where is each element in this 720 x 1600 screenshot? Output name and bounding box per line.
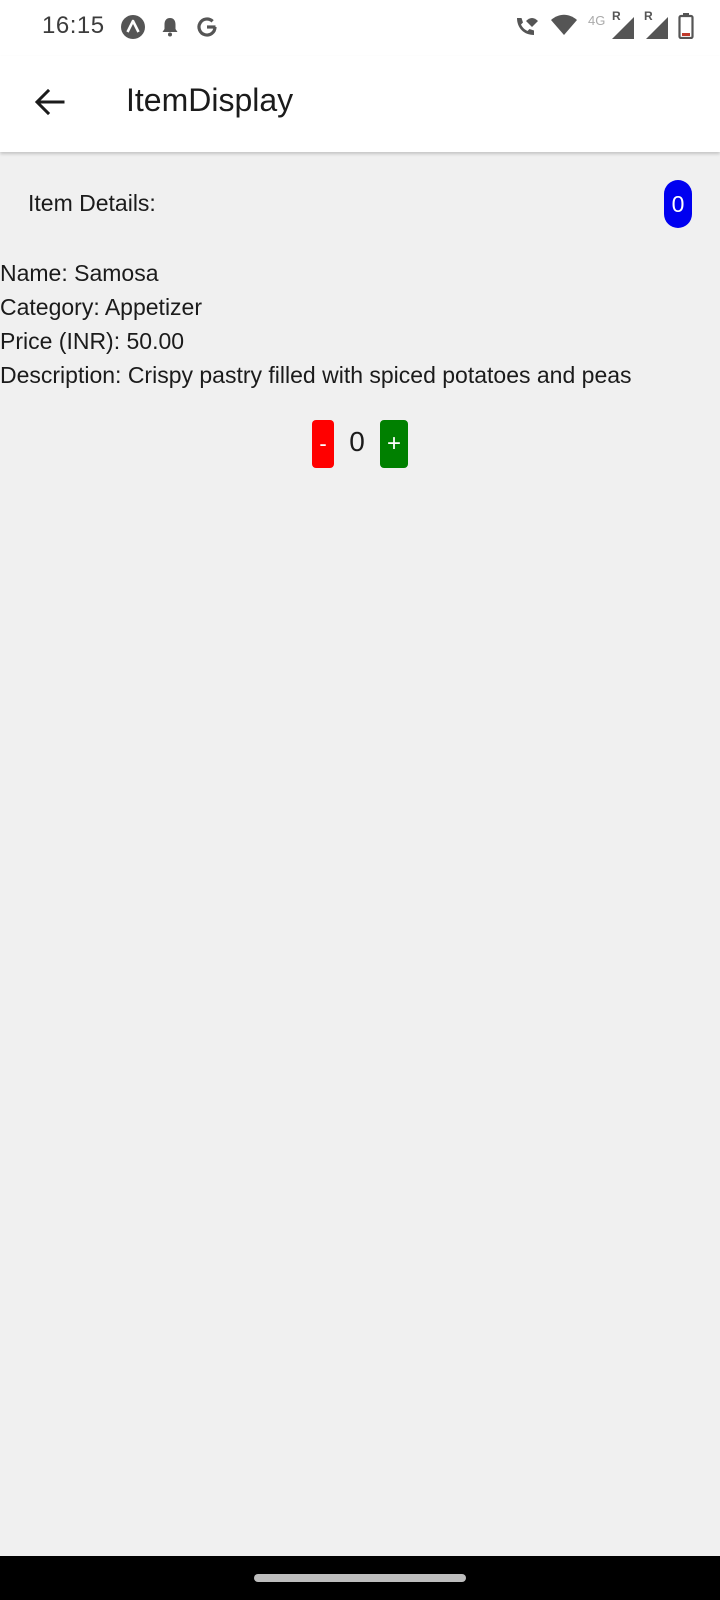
navigation-bar <box>0 1556 720 1600</box>
app-bar: ItemDisplay <box>0 56 720 152</box>
google-g-icon <box>194 14 220 40</box>
page-title: ItemDisplay <box>126 82 294 118</box>
item-name: Name: Samosa <box>0 260 159 286</box>
decrease-quantity-button[interactable]: - <box>312 420 334 468</box>
status-left-icons <box>120 14 220 40</box>
home-gesture-handle[interactable] <box>254 1574 466 1582</box>
arrow-back-icon <box>33 85 67 124</box>
quantity-value: 0 <box>349 426 365 457</box>
app-a-icon <box>120 14 146 40</box>
signal-4g-icon: 4G R <box>588 9 634 40</box>
signal-roaming-icon: R <box>644 9 668 40</box>
back-button[interactable] <box>22 76 78 132</box>
notification-bell-icon <box>158 15 182 39</box>
wifi-icon <box>550 13 578 39</box>
status-bar: 16:15 4G R R <box>0 0 720 56</box>
item-description: Description: Crispy pastry filled with s… <box>0 362 632 388</box>
battery-icon <box>678 13 694 39</box>
status-time: 16:15 <box>42 12 105 39</box>
network-label: 4G <box>588 13 606 28</box>
item-display-content: Item Details: 0 Name: Samosa Category: A… <box>0 152 720 1556</box>
item-details-header: Item Details: <box>28 190 156 216</box>
status-right-icons: 4G R R <box>512 9 694 40</box>
increase-quantity-button[interactable]: + <box>380 420 408 468</box>
item-price: Price (INR): 50.00 <box>0 328 185 354</box>
wifi-call-icon <box>512 12 540 40</box>
item-details: Name: Samosa Category: Appetizer Price (… <box>0 256 632 392</box>
cart-count-badge[interactable]: 0 <box>664 180 692 228</box>
item-category: Category: Appetizer <box>0 294 203 320</box>
quantity-stepper: - 0 + <box>0 420 720 468</box>
